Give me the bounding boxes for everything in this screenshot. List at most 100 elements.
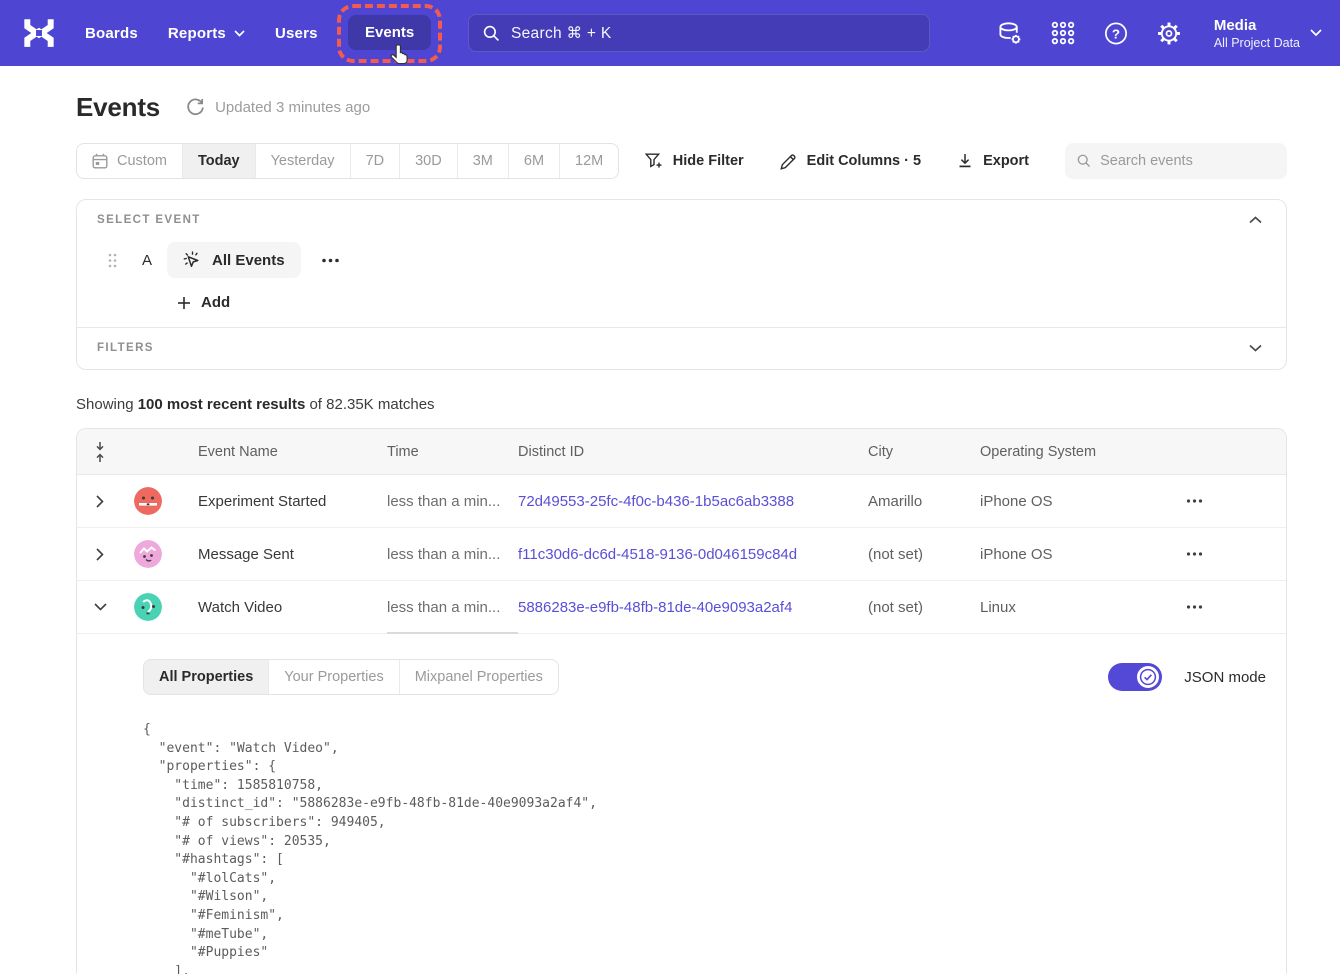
calendar-icon <box>92 153 108 169</box>
plus-icon <box>177 296 191 310</box>
table-header-row: Event Name Time Distinct ID City Operati… <box>77 429 1286 475</box>
chevron-down-icon <box>94 603 107 611</box>
check-circle-icon <box>1139 668 1157 686</box>
top-navbar: Boards Reports Users Events Search ⌘ + K… <box>0 0 1340 66</box>
os-cell: iPhone OS <box>980 493 1176 510</box>
column-header-time[interactable]: Time <box>387 444 518 460</box>
refresh-icon[interactable] <box>186 98 205 117</box>
collapse-select-event-button[interactable] <box>1245 214 1266 226</box>
mixpanel-logo-icon[interactable] <box>22 16 56 50</box>
results-summary: Showing 100 most recent results of 82.35… <box>76 396 1287 413</box>
time-cell: less than a min... <box>387 493 518 510</box>
navbar-right-group: ? Media All Project Data <box>998 0 1322 66</box>
tab-mixpanel-properties[interactable]: Mixpanel Properties <box>399 660 558 694</box>
distinct-id-link[interactable]: f11c30d6-dc6d-4518-9136-0d046159c84d <box>518 546 868 563</box>
time-cell: less than a min... <box>387 599 518 616</box>
pointer-hand-cursor-icon <box>389 44 410 67</box>
table-row: Experiment Started less than a min... 72… <box>77 475 1286 528</box>
event-name-cell: Watch Video <box>173 599 387 616</box>
city-cell: (not set) <box>868 546 980 563</box>
expand-row-button[interactable] <box>77 542 123 567</box>
event-row-letter: A <box>142 252 152 269</box>
project-switcher[interactable]: Media All Project Data <box>1214 16 1322 51</box>
event-options-menu-button[interactable] <box>317 254 344 267</box>
event-name-cell: Message Sent <box>173 546 387 563</box>
date-range-control: Custom Today Yesterday 7D 30D 3M 6M 12M <box>76 143 619 179</box>
events-table: Event Name Time Distinct ID City Operati… <box>76 428 1287 974</box>
nav-item-boards[interactable]: Boards <box>70 25 153 42</box>
date-range-yesterday[interactable]: Yesterday <box>255 144 350 178</box>
row-menu-button[interactable] <box>1180 599 1209 615</box>
event-json-viewer: { "event": "Watch Video", "properties": … <box>143 721 1266 974</box>
funnel-plus-icon <box>645 153 663 170</box>
date-range-30d[interactable]: 30D <box>399 144 457 178</box>
hide-filter-button[interactable]: Hide Filter <box>645 153 744 170</box>
date-range-3m[interactable]: 3M <box>457 144 508 178</box>
chevron-down-icon <box>1310 29 1322 37</box>
toggle-knob <box>1137 666 1159 688</box>
expand-filters-button[interactable] <box>1245 342 1266 354</box>
help-icon[interactable]: ? <box>1104 21 1128 45</box>
global-search-placeholder: Search ⌘ + K <box>511 24 612 43</box>
event-avatar <box>134 487 162 515</box>
chevron-down-icon <box>1249 344 1262 352</box>
chevron-up-icon <box>1249 216 1262 224</box>
json-mode-label: JSON mode <box>1184 669 1266 686</box>
date-range-6m[interactable]: 6M <box>508 144 559 178</box>
add-event-button[interactable]: Add <box>177 294 230 311</box>
drag-handle[interactable] <box>108 253 117 268</box>
date-range-7d[interactable]: 7D <box>350 144 400 178</box>
primary-nav: Boards Reports Users <box>70 25 333 42</box>
select-event-heading: SELECT EVENT <box>97 214 201 226</box>
event-selector-pill[interactable]: All Events <box>167 242 301 278</box>
search-events-input[interactable] <box>1100 153 1275 169</box>
event-avatar <box>134 593 162 621</box>
page-title: Events <box>76 92 160 123</box>
data-management-icon[interactable] <box>998 21 1022 45</box>
ellipsis-icon <box>1186 605 1203 609</box>
event-avatar <box>134 540 162 568</box>
date-range-today[interactable]: Today <box>182 144 255 178</box>
collapse-row-button[interactable] <box>77 597 123 617</box>
apps-grid-icon[interactable] <box>1051 21 1075 45</box>
edit-columns-button[interactable]: Edit Columns · 5 <box>780 153 921 170</box>
row-menu-button[interactable] <box>1180 546 1209 562</box>
settings-gear-icon[interactable] <box>1157 21 1181 45</box>
expand-row-button[interactable] <box>77 489 123 514</box>
chevron-right-icon <box>96 495 104 508</box>
column-header-distinct-id[interactable]: Distinct ID <box>518 444 868 460</box>
pencil-icon <box>780 153 797 170</box>
event-detail-panel: All Properties Your Properties Mixpanel … <box>77 634 1286 974</box>
tab-all-properties[interactable]: All Properties <box>144 660 268 694</box>
updated-timestamp: Updated 3 minutes ago <box>215 99 370 116</box>
properties-tabs: All Properties Your Properties Mixpanel … <box>143 659 559 695</box>
sparkle-cursor-icon <box>183 251 202 270</box>
nav-item-reports[interactable]: Reports <box>153 25 260 42</box>
project-scope: All Project Data <box>1214 35 1300 51</box>
column-header-city[interactable]: City <box>868 444 980 460</box>
download-icon <box>957 153 973 170</box>
tab-your-properties[interactable]: Your Properties <box>268 660 398 694</box>
query-builder-card: SELECT EVENT A All Events <box>76 199 1287 370</box>
column-header-event-name[interactable]: Event Name <box>173 444 387 460</box>
ellipsis-icon <box>1186 552 1203 556</box>
distinct-id-link[interactable]: 5886283e-e9fb-48fb-81de-40e9093a2af4 <box>518 599 868 616</box>
column-header-operating-system[interactable]: Operating System <box>980 444 1176 460</box>
table-row: Message Sent less than a min... f11c30d6… <box>77 528 1286 581</box>
os-cell: iPhone OS <box>980 546 1176 563</box>
ellipsis-icon <box>1186 499 1203 503</box>
collapse-all-rows-button[interactable] <box>94 441 106 463</box>
search-icon <box>483 25 500 42</box>
main-content: Events Updated 3 minutes ago Custom Toda… <box>0 92 1340 974</box>
distinct-id-link[interactable]: 72d49553-25fc-4f0c-b436-1b5ac6ab3388 <box>518 493 868 510</box>
date-range-custom[interactable]: Custom <box>77 144 182 178</box>
json-mode-toggle[interactable] <box>1108 663 1162 691</box>
row-menu-button[interactable] <box>1180 493 1209 509</box>
search-events-box <box>1065 143 1287 179</box>
date-range-12m[interactable]: 12M <box>559 144 618 178</box>
global-search-input[interactable]: Search ⌘ + K <box>468 14 930 52</box>
nav-item-users[interactable]: Users <box>260 25 333 42</box>
export-button[interactable]: Export <box>957 153 1029 170</box>
table-toolbar: Hide Filter Edit Columns · 5 Export <box>645 143 1287 179</box>
ellipsis-icon <box>321 258 340 263</box>
